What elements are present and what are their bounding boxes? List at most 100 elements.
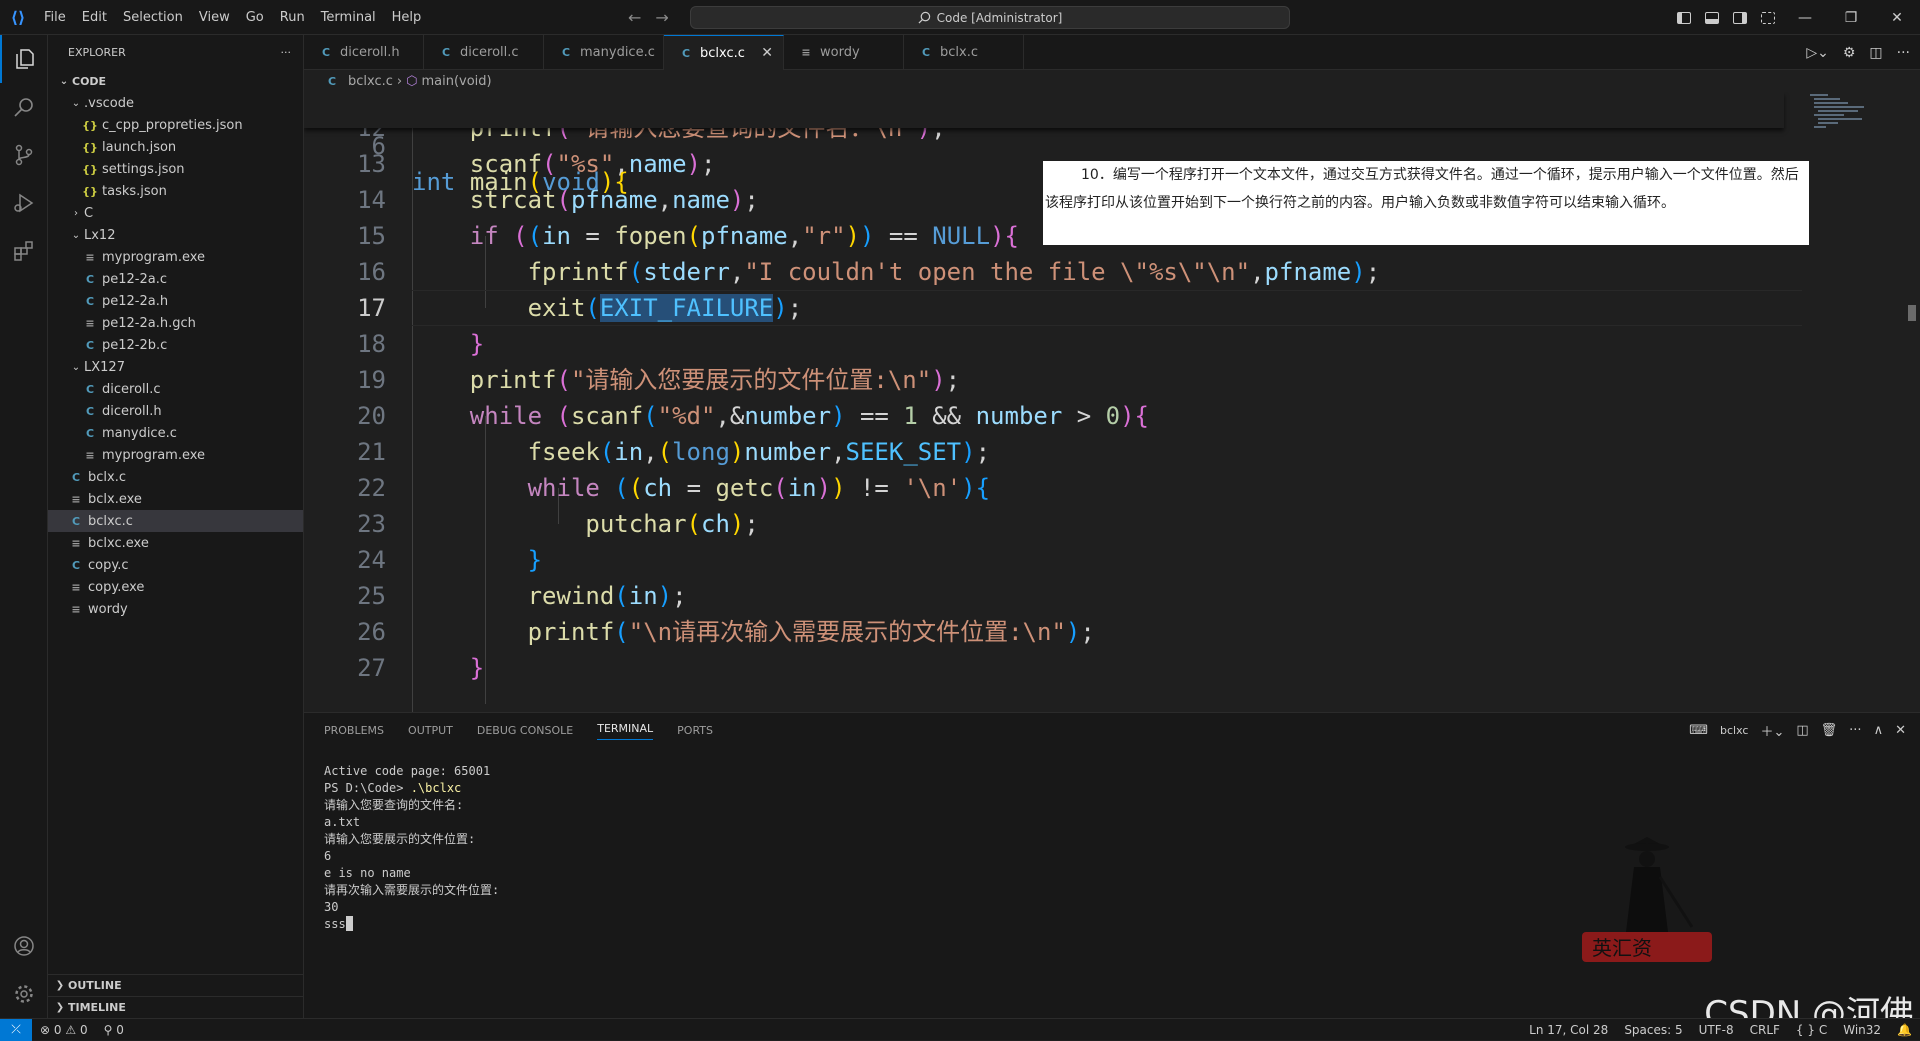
- menu-terminal[interactable]: Terminal: [313, 0, 384, 35]
- tree-file[interactable]: Cpe12-2a.h: [48, 290, 303, 312]
- code-line[interactable]: 21 fseek(in,(long)number,SEEK_SET);: [304, 434, 1804, 470]
- problems-status[interactable]: ⊗ 0 ⚠ 0: [32, 1023, 96, 1037]
- forward-arrow-icon[interactable]: →: [655, 8, 668, 27]
- tab-output[interactable]: OUTPUT: [408, 724, 453, 737]
- more-panel-actions-icon[interactable]: ···: [1849, 723, 1861, 738]
- code-line[interactable]: 22 while ((ch = getc(in)) != '\n'){: [304, 470, 1804, 506]
- menu-help[interactable]: Help: [384, 0, 430, 35]
- editor-tab[interactable]: Cdiceroll.h: [304, 35, 424, 70]
- sticky-scroll-line[interactable]: 6 int main(void){: [304, 92, 1784, 196]
- code-line[interactable]: 17 exit(EXIT_FAILURE);: [304, 290, 1804, 326]
- run-debug-icon[interactable]: [0, 179, 48, 227]
- editor-scrollbar[interactable]: [1908, 305, 1916, 321]
- split-editor-icon[interactable]: ◫: [1869, 45, 1882, 61]
- tab-terminal[interactable]: TERMINAL: [597, 722, 654, 740]
- restore-icon[interactable]: ❐: [1828, 0, 1874, 35]
- timeline-section[interactable]: ❯ TIMELINE: [48, 996, 303, 1018]
- close-panel-icon[interactable]: ✕: [1895, 723, 1906, 738]
- debug-config-icon[interactable]: ⚙: [1843, 45, 1856, 61]
- new-terminal-icon[interactable]: ＋⌄: [1760, 721, 1784, 740]
- editor-tab[interactable]: Cbclx.c: [904, 35, 1024, 70]
- tree-file[interactable]: Cbclx.c: [48, 466, 303, 488]
- tree-folder[interactable]: ⌄ .vscode: [48, 92, 303, 114]
- tree-file[interactable]: ≡ copy.exe: [48, 576, 303, 598]
- toggle-panel-icon[interactable]: [1698, 0, 1726, 35]
- tree-file[interactable]: Ccopy.c: [48, 554, 303, 576]
- breadcrumb-file[interactable]: bclxc.c: [348, 74, 393, 89]
- editor-tab[interactable]: Cbclxc.c ✕: [664, 35, 784, 70]
- tree-file[interactable]: ≡ pe12-2a.h.gch: [48, 312, 303, 334]
- customize-layout-icon[interactable]: [1754, 0, 1782, 35]
- menu-view[interactable]: View: [191, 0, 238, 35]
- tree-folder[interactable]: ⌄ LX127: [48, 356, 303, 378]
- command-center[interactable]: Code [Administrator]: [690, 6, 1290, 29]
- settings-gear-icon[interactable]: [0, 970, 48, 1018]
- menu-edit[interactable]: Edit: [74, 0, 115, 35]
- kill-terminal-icon[interactable]: 🗑: [1821, 723, 1838, 738]
- tree-file[interactable]: Cdiceroll.h: [48, 400, 303, 422]
- close-window-icon[interactable]: ✕: [1874, 0, 1920, 35]
- tree-file[interactable]: {} settings.json: [48, 158, 303, 180]
- tree-file[interactable]: {} launch.json: [48, 136, 303, 158]
- end-of-line[interactable]: CRLF: [1742, 1023, 1788, 1037]
- code-line[interactable]: 19 printf("请输入您要展示的文件位置:\n");: [304, 362, 1804, 398]
- menu-go[interactable]: Go: [238, 0, 272, 35]
- tree-file[interactable]: ≡ myprogram.exe: [48, 246, 303, 268]
- tab-debug-console[interactable]: DEBUG CONSOLE: [477, 724, 573, 737]
- editor-tab[interactable]: Cdiceroll.c: [424, 35, 544, 70]
- tree-file[interactable]: Cdiceroll.c: [48, 378, 303, 400]
- code-line[interactable]: 16 fprintf(stderr,"I couldn't open the f…: [304, 254, 1804, 290]
- platform[interactable]: Win32: [1835, 1023, 1889, 1037]
- minimize-icon[interactable]: —: [1782, 0, 1828, 35]
- split-terminal-icon[interactable]: ◫: [1796, 723, 1808, 738]
- code-line[interactable]: 26 printf("\n请再次输入需要展示的文件位置:\n");: [304, 614, 1804, 650]
- tree-file[interactable]: Cpe12-2a.c: [48, 268, 303, 290]
- search-activity-icon[interactable]: [0, 83, 48, 131]
- toggle-secondary-sidebar-icon[interactable]: [1726, 0, 1754, 35]
- language-mode[interactable]: { } C: [1788, 1023, 1835, 1037]
- source-control-icon[interactable]: [0, 131, 48, 179]
- tree-file[interactable]: ≡ bclx.exe: [48, 488, 303, 510]
- ports-status[interactable]: ⚲ 0: [96, 1023, 132, 1037]
- terminal-output[interactable]: Active code page: 65001 PS D:\Code> .\bcl…: [324, 763, 499, 933]
- code-line[interactable]: 20 while (scanf("%d",&number) == 1 && nu…: [304, 398, 1804, 434]
- breadcrumb-symbol[interactable]: main(void): [421, 74, 491, 89]
- accounts-icon[interactable]: [0, 922, 48, 970]
- extensions-icon[interactable]: [0, 227, 48, 275]
- encoding[interactable]: UTF-8: [1691, 1023, 1742, 1037]
- tree-folder[interactable]: ⌄ CODE: [48, 70, 303, 92]
- close-tab-icon[interactable]: ✕: [761, 45, 773, 61]
- menu-selection[interactable]: Selection: [115, 0, 191, 35]
- indentation[interactable]: Spaces: 5: [1616, 1023, 1690, 1037]
- minimap[interactable]: [1810, 92, 1870, 152]
- notifications-bell-icon[interactable]: 🔔: [1889, 1023, 1920, 1037]
- menu-run[interactable]: Run: [272, 0, 313, 35]
- code-line[interactable]: 27 }: [304, 650, 1804, 686]
- tab-ports[interactable]: PORTS: [677, 724, 713, 737]
- remote-indicator-icon[interactable]: ⤫: [0, 1018, 32, 1041]
- editor-tab[interactable]: Cmanydice.c: [544, 35, 664, 70]
- tree-file[interactable]: {} c_cpp_propreties.json: [48, 114, 303, 136]
- tree-file[interactable]: Cpe12-2b.c: [48, 334, 303, 356]
- tree-file[interactable]: ≡ wordy: [48, 598, 303, 620]
- tree-file[interactable]: Cbclxc.c: [48, 510, 303, 532]
- tree-file[interactable]: {} tasks.json: [48, 180, 303, 202]
- tab-problems[interactable]: PROBLEMS: [324, 724, 384, 737]
- run-file-icon[interactable]: ▷⌄: [1806, 45, 1829, 61]
- tree-file[interactable]: Cmanydice.c: [48, 422, 303, 444]
- code-line[interactable]: 25 rewind(in);: [304, 578, 1804, 614]
- tree-file[interactable]: ≡ myprogram.exe: [48, 444, 303, 466]
- more-actions-icon[interactable]: ···: [281, 46, 292, 59]
- outline-section[interactable]: ❯ OUTLINE: [48, 974, 303, 996]
- explorer-icon[interactable]: [0, 35, 48, 83]
- tree-file[interactable]: ≡ bclxc.exe: [48, 532, 303, 554]
- code-line[interactable]: 24 }: [304, 542, 1804, 578]
- tree-folder[interactable]: ⌄ Lx12: [48, 224, 303, 246]
- editor-tab[interactable]: ≡ wordy: [784, 35, 904, 70]
- code-line[interactable]: 18 }: [304, 326, 1804, 362]
- tree-folder[interactable]: › C: [48, 202, 303, 224]
- toggle-primary-sidebar-icon[interactable]: [1670, 0, 1698, 35]
- cursor-position[interactable]: Ln 17, Col 28: [1521, 1023, 1616, 1037]
- terminal-name[interactable]: bclxc: [1720, 724, 1748, 737]
- maximize-panel-icon[interactable]: ∧: [1874, 723, 1884, 738]
